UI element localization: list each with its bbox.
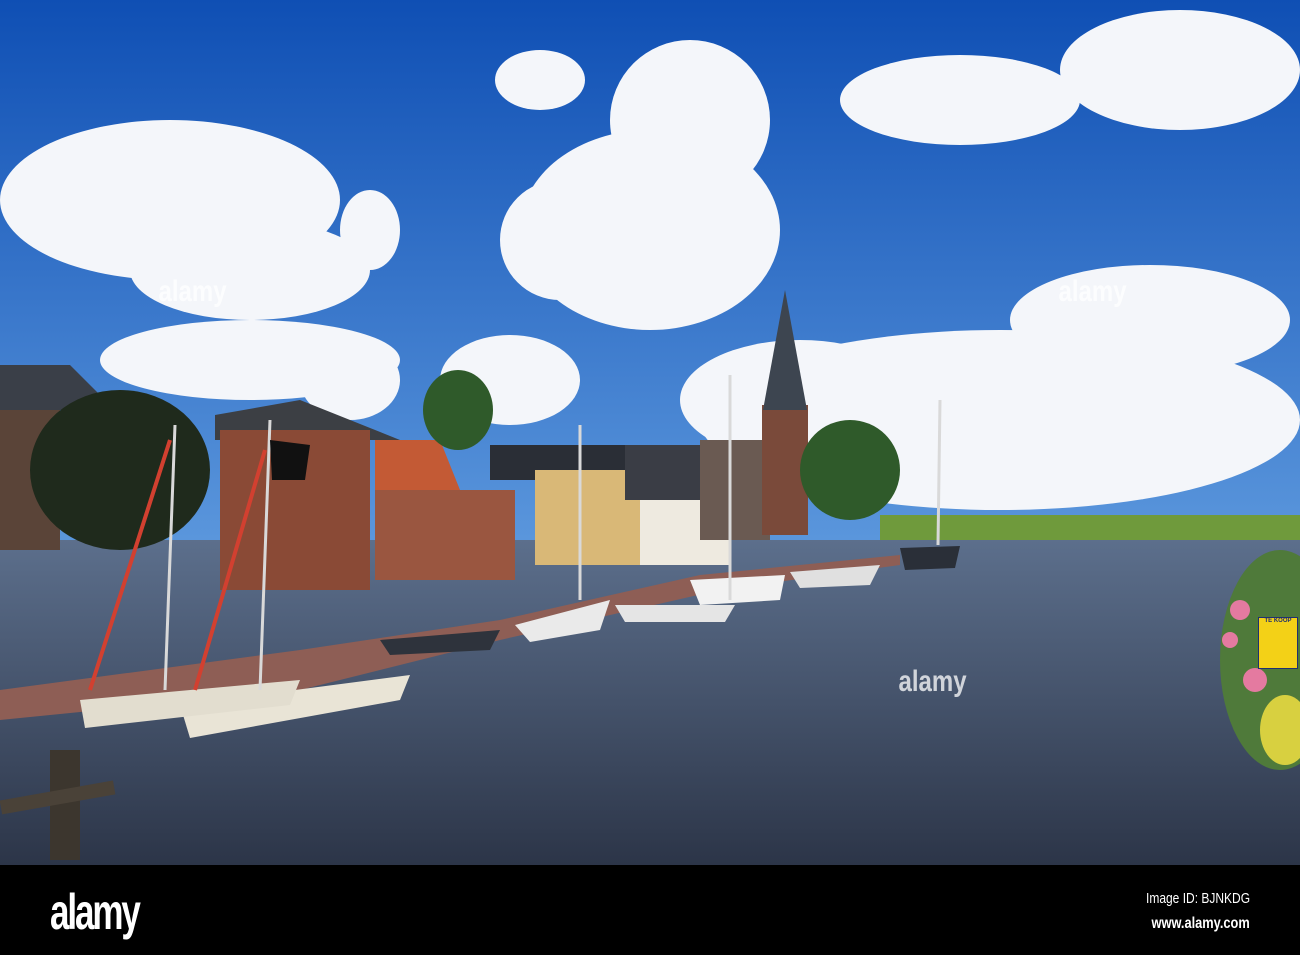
sign-label: TE KOOP	[1264, 618, 1292, 624]
river-village-photo	[0, 0, 1300, 865]
watermark: alamy	[158, 275, 227, 308]
footer-bar: alamy Image ID: BJNKDG www.alamy.com	[0, 865, 1300, 955]
watermark: alamy	[898, 665, 967, 698]
site-url[interactable]: www.alamy.com	[1152, 915, 1250, 933]
for-sale-sign: TE KOOP	[1258, 617, 1298, 669]
watermark: alamy	[1058, 275, 1127, 308]
alamy-logo: alamy	[50, 884, 141, 940]
image-id: Image ID: BJNKDG	[1145, 890, 1250, 907]
